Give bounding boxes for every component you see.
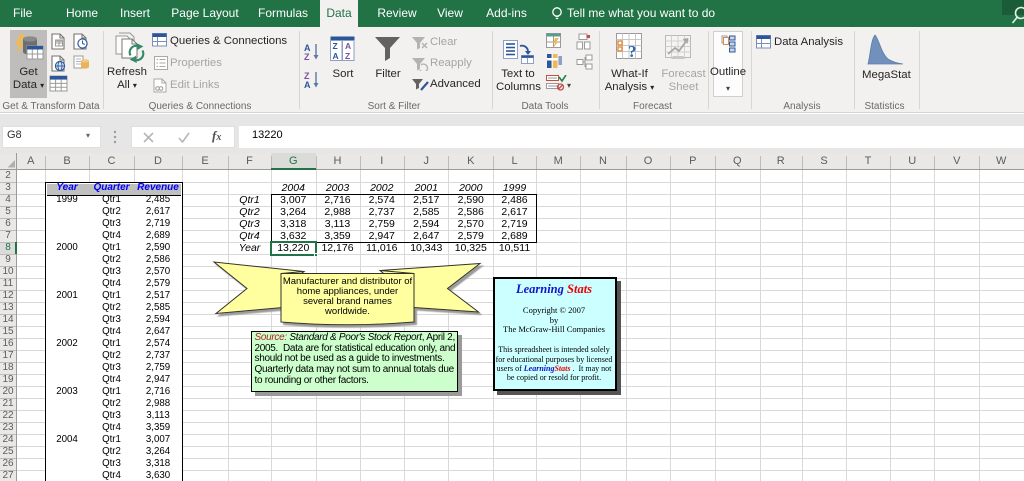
svg-text:Z: Z <box>333 41 338 51</box>
svg-text:A: A <box>304 80 311 90</box>
svg-text:Z: Z <box>345 51 350 61</box>
svg-text:A: A <box>345 41 351 51</box>
svg-text:?: ? <box>628 42 637 61</box>
svg-text:A: A <box>333 51 339 61</box>
svg-text:Z: Z <box>304 52 310 62</box>
svg-text:▾: ▾ <box>567 81 571 90</box>
